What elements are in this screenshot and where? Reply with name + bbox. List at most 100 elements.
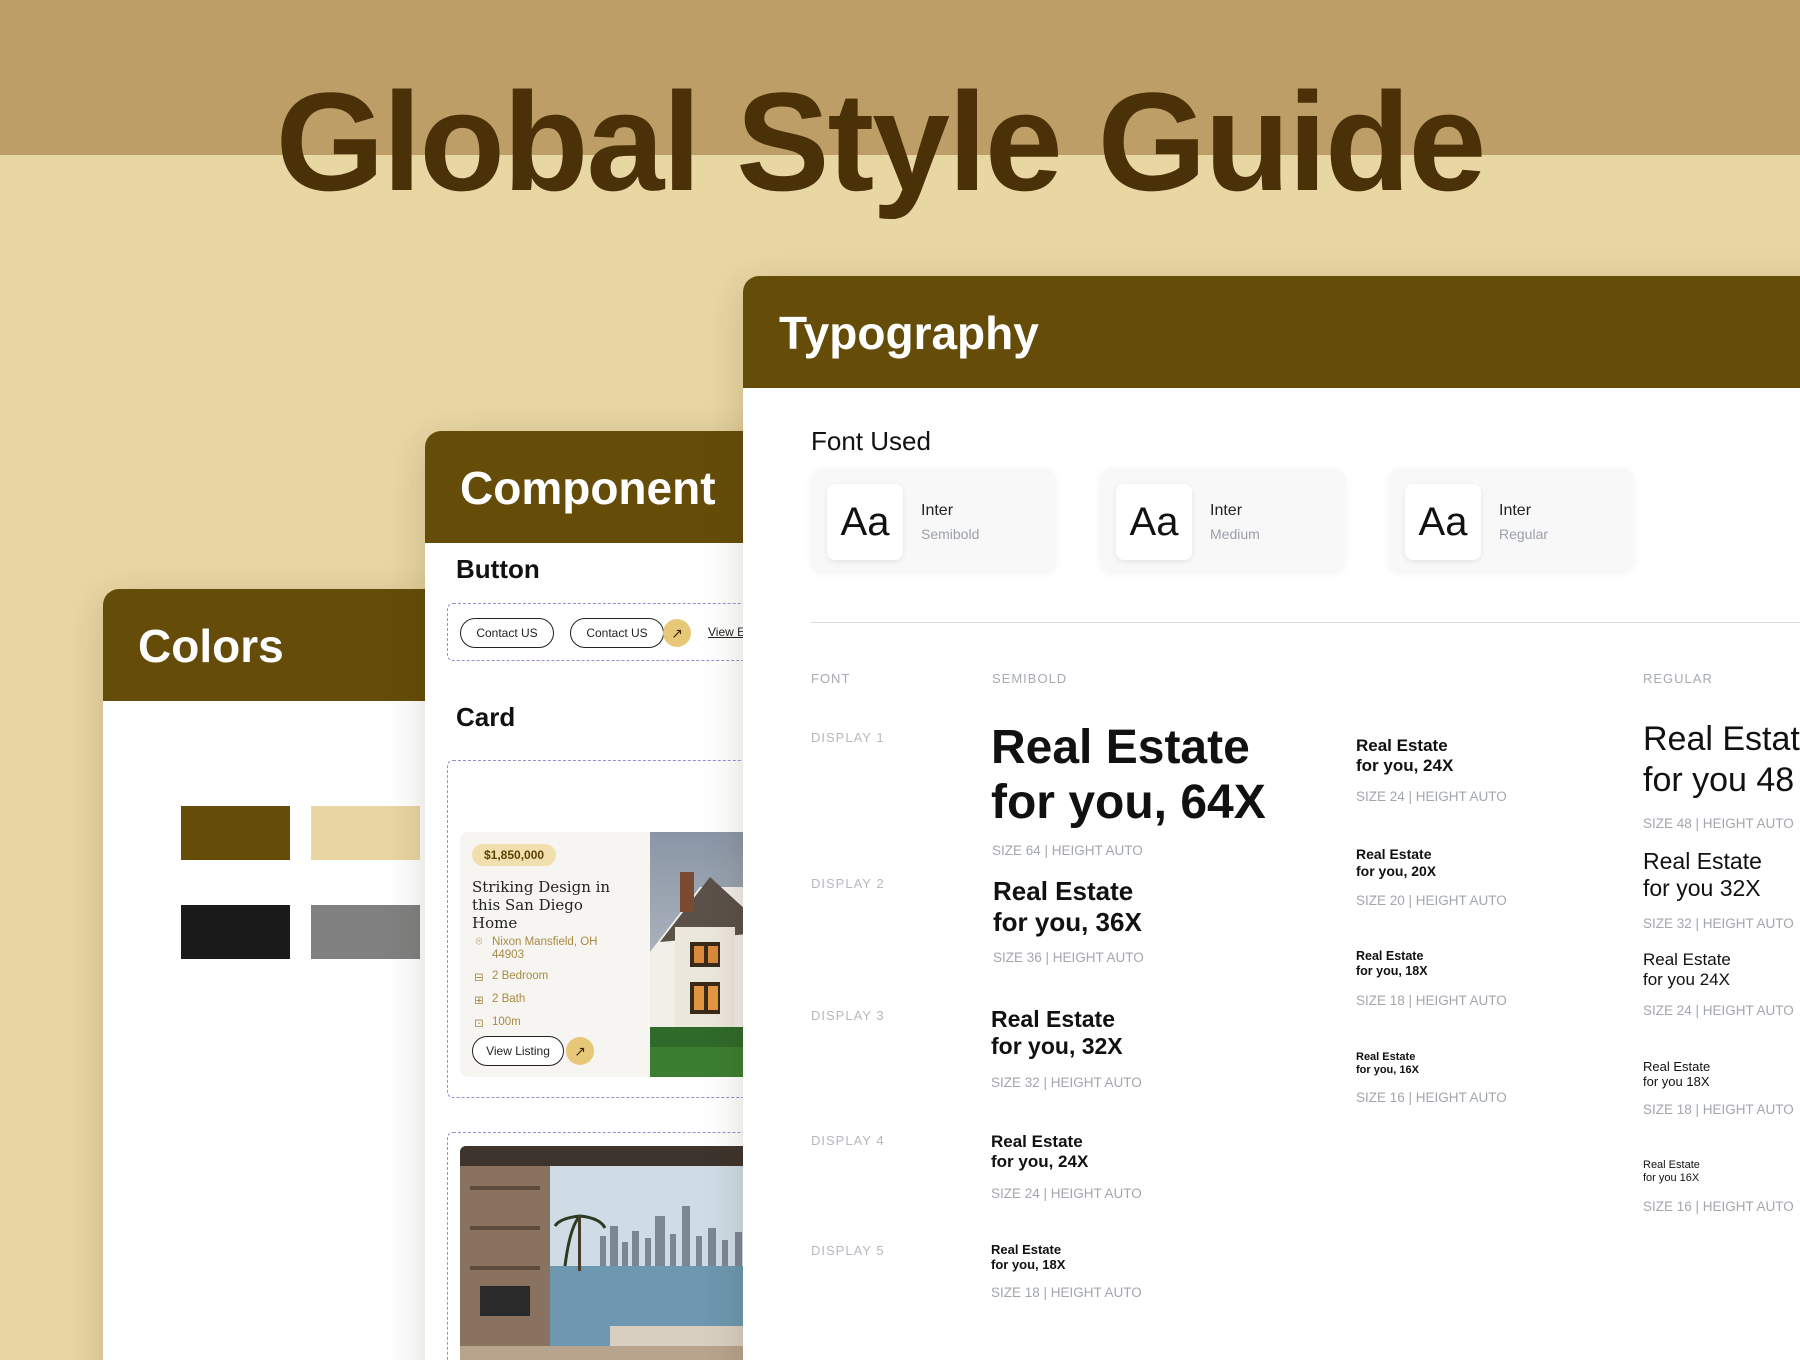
sample-line-2: for you 18X	[1643, 1074, 1710, 1089]
sample-line-1: Real Estate	[1356, 846, 1432, 862]
size-label: SIZE 32 | HEIGHT AUTO	[1643, 916, 1794, 931]
size-label: SIZE 24 | HEIGHT AUTO	[1643, 1003, 1794, 1018]
component-panel-heading: Component	[425, 431, 785, 543]
size-label: SIZE 20 | HEIGHT AUTO	[1356, 893, 1507, 908]
section-divider	[811, 622, 1800, 623]
arrow-up-right-icon[interactable]: ↗	[663, 619, 691, 647]
bedroom-row: ⊟ 2 Bedroom	[472, 970, 548, 984]
size-label: SIZE 24 | HEIGHT AUTO	[1356, 789, 1507, 804]
type-sample-small-20: Real Estate for you, 20X	[1356, 846, 1436, 880]
sample-line-2: for you, 16X	[1356, 1064, 1419, 1076]
arrow-up-right-icon[interactable]: ↗	[566, 1037, 594, 1065]
sample-line-2: for you 24X	[1643, 970, 1730, 989]
type-sample-small-18: Real Estate for you, 18X	[1356, 949, 1428, 979]
size-label: SIZE 24 | HEIGHT AUTO	[991, 1186, 1142, 1201]
size-label: SIZE 48 | HEIGHT AUTO	[1643, 816, 1794, 831]
color-swatch-black[interactable]	[181, 905, 290, 959]
sample-line-2: for you, 24X	[991, 1152, 1089, 1171]
type-sample-small-24: Real Estate for you, 24X	[1356, 736, 1453, 776]
area-text: 100m	[492, 1016, 521, 1028]
sample-line-2: for you, 18X	[991, 1257, 1066, 1272]
colors-panel-heading: Colors	[103, 589, 443, 701]
price-badge: $1,850,000	[472, 844, 557, 866]
column-header-semibold: SEMIBOLD	[992, 671, 1068, 686]
font-card-regular[interactable]: Aa Inter Regular	[1389, 468, 1634, 572]
view-listing-button[interactable]: View Listing	[472, 1036, 564, 1066]
type-sample-regular-32: Real Estate for you 32X	[1643, 848, 1762, 902]
sample-line-2: for you, 32X	[991, 1033, 1123, 1059]
sample-line-1: Real Estate	[991, 1132, 1083, 1151]
color-swatch-cream[interactable]	[311, 806, 420, 860]
sample-line-2: for you 48	[1643, 761, 1795, 799]
contact-us-arrow-button[interactable]: Contact US	[570, 618, 664, 648]
column-header-regular: REGULAR	[1643, 671, 1713, 686]
font-name: Inter	[1210, 502, 1243, 519]
listing-title: Striking Design in this San Diego Home	[472, 878, 611, 932]
sample-line-2: for you, 64X	[991, 776, 1266, 829]
bed-icon: ⊟	[474, 972, 484, 984]
font-sample: Aa	[827, 484, 903, 560]
font-card-semibold[interactable]: Aa Inter Semibold	[811, 468, 1056, 572]
sample-line-1: Real Estate	[1356, 949, 1424, 963]
font-sample: Aa	[1116, 484, 1192, 560]
interior-photo	[460, 1146, 790, 1360]
colors-panel: Colors	[103, 589, 443, 1360]
listing-card[interactable]: $1,850,000 Striking Design in this San D…	[460, 832, 785, 1077]
type-sample-24: Real Estate for you, 24X	[991, 1132, 1088, 1172]
type-sample-18: Real Estate for you, 18X	[991, 1242, 1065, 1272]
font-name: Inter	[1499, 502, 1532, 519]
area-icon: ⊡	[474, 1018, 484, 1030]
bath-row: ⊞ 2 Bath	[472, 993, 525, 1007]
view-link[interactable]: View E	[708, 625, 743, 639]
size-label: SIZE 16 | HEIGHT AUTO	[1643, 1199, 1794, 1214]
sample-line-2: for you, 36X	[993, 907, 1142, 937]
row-label-display-2: DISPLAY 2	[811, 876, 885, 891]
address-text: Nixon Mansfield, OH 44903	[492, 936, 598, 961]
button-section-label: Button	[456, 554, 540, 584]
row-label-display-3: DISPLAY 3	[811, 1008, 885, 1023]
type-sample-64: Real Estate for you, 64X	[991, 720, 1266, 830]
row-label-display-5: DISPLAY 5	[811, 1243, 885, 1258]
sample-line-1: Real Estate	[991, 1006, 1116, 1032]
location-pin-icon: ⌾	[475, 936, 483, 948]
address-row: ⌾ Nixon Mansfield, OH 44903	[472, 936, 612, 962]
size-label: SIZE 18 | HEIGHT AUTO	[991, 1285, 1142, 1300]
typography-panel: Typography Font Used Aa Inter Semibold A…	[743, 276, 1800, 1360]
type-sample-regular-18: Real Estate for you 18X	[1643, 1059, 1710, 1089]
sample-line-1: Real Estate	[1356, 1051, 1416, 1063]
sample-line-2: for you 16X	[1643, 1172, 1700, 1184]
sample-line-2: for you, 20X	[1356, 863, 1437, 879]
contact-us-button[interactable]: Contact US	[460, 618, 554, 648]
sample-line-1: Real Estate	[1356, 736, 1448, 755]
font-name: Inter	[921, 502, 954, 519]
page-title: Global Style Guide	[275, 63, 1487, 220]
sample-line-2: for you 32X	[1643, 875, 1761, 901]
row-label-display-1: DISPLAY 1	[811, 730, 885, 745]
font-used-label: Font Used	[811, 426, 931, 456]
type-sample-small-16: Real Estate for you, 16X	[1356, 1051, 1419, 1077]
sample-line-1: Real Estate	[991, 721, 1250, 774]
sample-line-1: Real Estate	[991, 1242, 1062, 1257]
card-section-label: Card	[456, 702, 516, 732]
bath-icon: ⊞	[474, 995, 484, 1007]
size-label: SIZE 36 | HEIGHT AUTO	[993, 950, 1144, 965]
type-sample-36: Real Estate for you, 36X	[993, 876, 1142, 938]
column-header-font: FONT	[811, 671, 851, 686]
type-sample-regular-16: Real Estate for you 16X	[1643, 1159, 1700, 1185]
bath-text: 2 Bath	[492, 993, 526, 1005]
font-card-medium[interactable]: Aa Inter Medium	[1100, 468, 1345, 572]
font-weight: Medium	[1210, 526, 1260, 542]
sample-line-1: Real Estate	[993, 876, 1134, 906]
area-row: ⊡ 100m	[472, 1016, 521, 1030]
type-sample-32: Real Estate for you, 32X	[991, 1006, 1123, 1060]
size-label: SIZE 64 | HEIGHT AUTO	[992, 843, 1143, 858]
typography-panel-heading: Typography	[743, 276, 1800, 388]
bedroom-text: 2 Bedroom	[492, 970, 549, 982]
size-label: SIZE 18 | HEIGHT AUTO	[1356, 993, 1507, 1008]
size-label: SIZE 32 | HEIGHT AUTO	[991, 1075, 1142, 1090]
color-swatch-gray[interactable]	[311, 905, 420, 959]
row-label-display-4: DISPLAY 4	[811, 1133, 885, 1148]
size-label: SIZE 16 | HEIGHT AUTO	[1356, 1090, 1507, 1105]
sample-line-1: Real Estate	[1643, 848, 1762, 874]
color-swatch-brown[interactable]	[181, 806, 290, 860]
